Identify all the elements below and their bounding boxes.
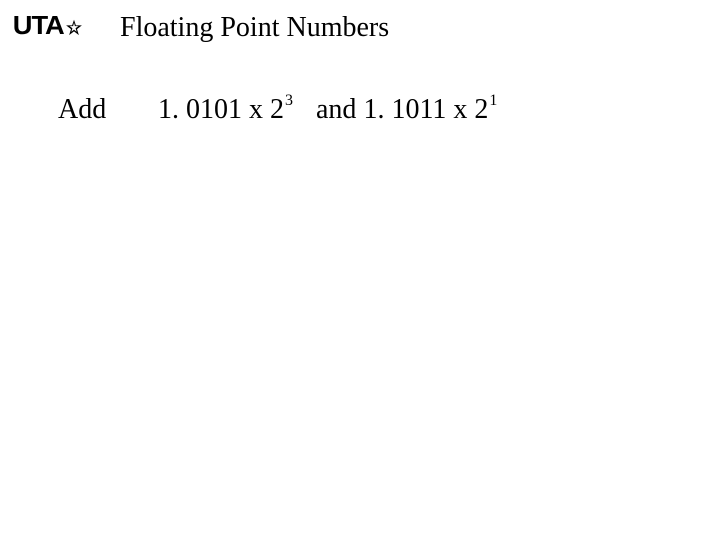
term2-mantissa: 1. 1011	[363, 94, 446, 126]
problem-row: Add 1. 0101 x 2 3 and 1. 1011 x 2 1	[58, 94, 488, 126]
term1-mantissa: 1. 0101	[158, 94, 242, 126]
term2-exponent: 1	[489, 92, 497, 110]
term2-times: x	[446, 94, 474, 126]
term2-base-value: 2	[474, 94, 488, 125]
term1-base-value: 2	[270, 94, 284, 125]
slide-title: Floating Point Numbers	[120, 12, 389, 44]
term1-exponent: 3	[285, 92, 293, 110]
term1-times: x	[242, 94, 270, 126]
logo-text: UTA	[13, 10, 64, 41]
term2-base: 2 1	[474, 94, 488, 126]
expression: 1. 0101 x 2 3 and 1. 1011 x 2 1	[158, 94, 488, 126]
problem-label: Add	[58, 94, 158, 126]
conjunction: and	[302, 94, 363, 126]
term1-base: 2 3	[270, 94, 284, 126]
slide: UTA Floating Point Numbers Add 1. 0101 x…	[0, 0, 720, 540]
star-icon	[65, 19, 83, 37]
uta-logo: UTA	[14, 10, 83, 41]
